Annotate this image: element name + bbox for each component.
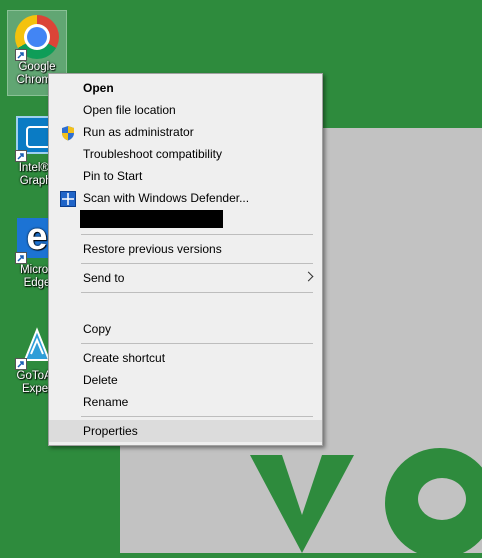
menu-separator — [81, 234, 313, 235]
menu-item-label: Delete — [83, 373, 118, 387]
menu-separator — [81, 292, 313, 293]
shortcut-arrow-icon — [15, 358, 27, 370]
context-menu: Open Open file location Run as administr… — [48, 73, 323, 446]
menu-item-label: Rename — [83, 395, 129, 409]
menu-item-label: Pin to Start — [83, 169, 143, 183]
menu-item-restore-previous-versions[interactable]: Restore previous versions — [49, 238, 322, 260]
menu-item-label: Send to — [83, 271, 125, 285]
wallpaper-letter-e-hole — [418, 478, 466, 520]
menu-item-label: Troubleshoot compatibility — [83, 147, 222, 161]
menu-item-label: Run as administrator — [83, 125, 194, 139]
menu-item-open-file-location[interactable]: Open file location — [49, 99, 322, 121]
menu-item-run-as-administrator[interactable]: Run as administrator — [49, 121, 322, 143]
shortcut-arrow-icon — [15, 252, 27, 264]
menu-item-label: Open — [83, 81, 114, 95]
menu-item-pin-to-start[interactable]: Pin to Start — [49, 165, 322, 187]
menu-separator — [81, 343, 313, 344]
menu-item-label: Properties — [83, 424, 138, 438]
menu-item-label: Open file location — [83, 103, 176, 117]
uac-shield-icon — [62, 126, 74, 141]
menu-item-scan-with-windows-defender[interactable]: Scan with Windows Defender... — [49, 187, 322, 209]
menu-item-label: Scan with Windows Defender... — [83, 191, 250, 205]
menu-separator — [81, 263, 313, 264]
menu-item-send-to[interactable]: Send to — [49, 267, 322, 289]
menu-item-label: Create shortcut — [83, 351, 166, 365]
shortcut-arrow-icon — [15, 49, 27, 61]
chevron-right-icon — [303, 271, 314, 282]
menu-item-open[interactable]: Open — [49, 77, 322, 99]
menu-item-create-shortcut[interactable]: Create shortcut — [49, 347, 322, 369]
wallpaper-letter-v-inner — [282, 455, 322, 515]
menu-item-troubleshoot-compatibility[interactable]: Troubleshoot compatibility — [49, 143, 322, 165]
menu-item-copy[interactable]: Copy — [49, 318, 322, 340]
shortcut-arrow-icon — [15, 150, 27, 162]
menu-item-label: Restore previous versions — [83, 242, 222, 256]
menu-item-properties[interactable]: Properties — [49, 420, 322, 442]
windows-defender-icon — [60, 191, 76, 207]
menu-item-rename[interactable]: Rename — [49, 391, 322, 413]
menu-separator — [81, 416, 313, 417]
redacted-menu-item — [80, 210, 223, 228]
menu-item-delete[interactable]: Delete — [49, 369, 322, 391]
chrome-icon-wrap — [15, 15, 59, 61]
menu-item-label: Copy — [83, 322, 112, 336]
